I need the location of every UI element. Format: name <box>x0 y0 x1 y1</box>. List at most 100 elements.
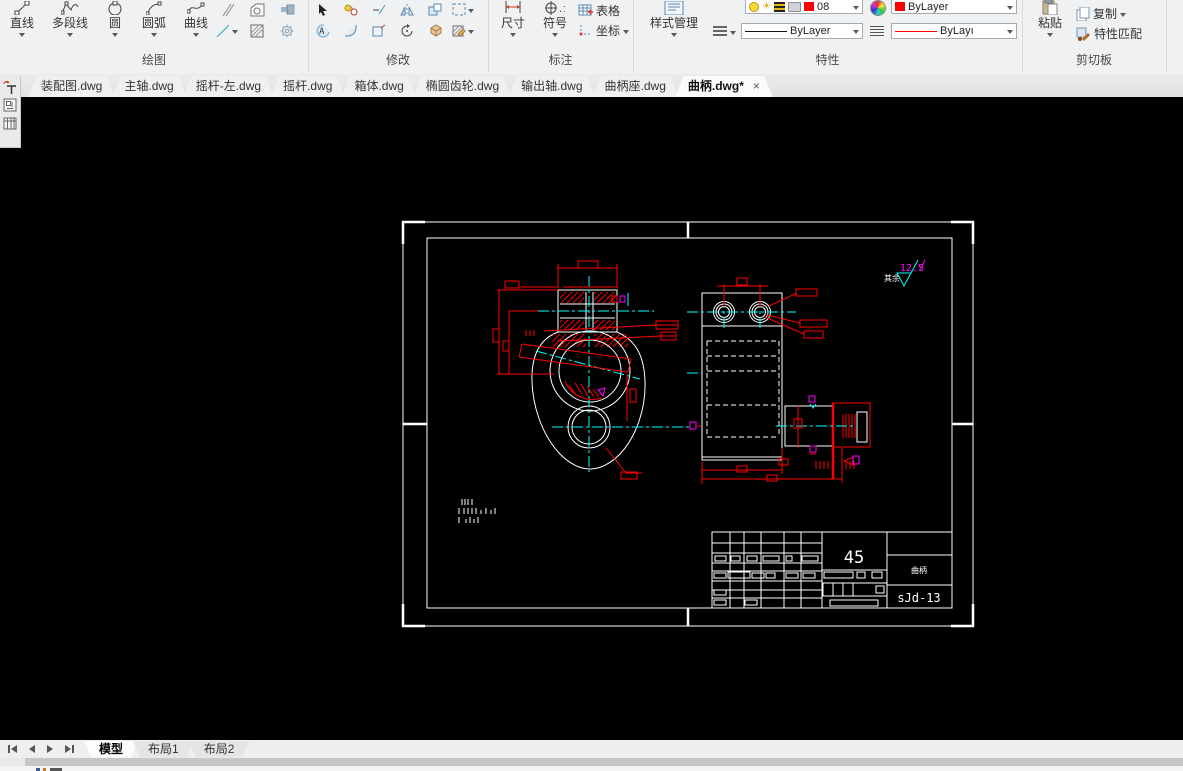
file-tab-8[interactable]: 曲柄座.dwg <box>592 76 679 97</box>
lineweight-list-button[interactable] <box>713 26 736 37</box>
circle-tool-button[interactable]: 圆 <box>98 0 132 37</box>
rotate-tool-button[interactable] <box>396 21 418 40</box>
draw-panel-label: 绘图 <box>141 53 166 67</box>
next-layout-button[interactable] <box>47 745 53 753</box>
copy-button[interactable]: 复制 <box>1076 5 1127 22</box>
ribbon-panel-modify: A 修改 <box>308 0 489 72</box>
clipboard-panel-label: 剪切板 <box>1075 53 1112 67</box>
dropdown-arrow-icon[interactable] <box>19 33 25 37</box>
command-line-edge[interactable] <box>0 766 1183 771</box>
linetype-dropdown[interactable]: ByLayer <box>741 23 863 39</box>
dropdown-arrow-icon[interactable] <box>1007 30 1013 34</box>
dropdown-arrow-icon[interactable] <box>468 8 474 13</box>
copy-object-button[interactable] <box>340 0 362 19</box>
text-style-tool-button[interactable] <box>2 79 18 95</box>
first-layout-button[interactable] <box>8 745 17 753</box>
dropdown-arrow-icon[interactable] <box>112 33 118 37</box>
file-tab-4[interactable]: 摇杆.dwg <box>270 76 345 97</box>
file-tab-label: 曲柄.dwg* <box>687 79 744 93</box>
dropdown-arrow-icon[interactable] <box>730 30 736 35</box>
block-edit-tool-button[interactable] <box>2 97 18 113</box>
layer-thaw-icon: ☀ <box>762 0 771 12</box>
fillet-tool-button[interactable] <box>340 21 362 40</box>
style-manager-button[interactable]: 样式管理 <box>643 0 705 37</box>
file-tab-5[interactable]: 箱体.dwg <box>341 76 416 97</box>
dropdown-arrow-icon[interactable] <box>671 33 677 37</box>
close-tab-icon[interactable]: × <box>753 76 760 97</box>
file-tab-1[interactable]: 装配图.dwg <box>28 76 115 97</box>
file-tab-7[interactable]: 输出轴.dwg <box>508 76 595 97</box>
trim-tool-button[interactable] <box>368 0 390 19</box>
color-wheel-icon[interactable] <box>870 0 886 16</box>
line-tool-button[interactable]: 直线 <box>2 0 42 37</box>
previous-layout-button[interactable] <box>29 745 35 753</box>
match-properties-button[interactable]: 特性匹配 <box>1076 25 1142 42</box>
coordinate-icon <box>579 25 591 36</box>
array-tool-button[interactable] <box>452 0 474 19</box>
dropdown-arrow-icon[interactable] <box>193 33 199 37</box>
select-tool-button[interactable] <box>312 0 334 19</box>
model-tab[interactable]: 模型 <box>84 741 138 758</box>
color-dropdown[interactable]: ByLayer <box>891 0 1017 14</box>
material-text: 45 <box>844 548 864 568</box>
multiline-tool-button[interactable] <box>216 0 238 19</box>
dropdown-arrow-icon[interactable] <box>552 33 558 37</box>
find-text-button[interactable]: A <box>312 21 334 40</box>
dropdown-arrow-icon[interactable] <box>853 30 859 34</box>
dropdown-arrow-icon[interactable] <box>510 33 516 37</box>
paste-icon <box>1042 0 1058 15</box>
coordinate-tool-button[interactable]: 坐标 <box>578 22 630 39</box>
file-tab-6[interactable]: 椭圆齿轮.dwg <box>413 76 512 97</box>
wipeout-icon <box>250 3 264 16</box>
spline-tool-button[interactable]: 曲线 <box>176 0 216 37</box>
edit-hatch-icon <box>452 25 466 37</box>
edit-hatch-button[interactable] <box>452 21 474 40</box>
dropdown-arrow-icon[interactable] <box>853 5 859 10</box>
table-grid-icon <box>3 117 17 130</box>
arc-tool-button[interactable]: 圆弧 <box>134 0 174 37</box>
dropdown-arrow-icon[interactable] <box>1047 33 1053 37</box>
3d-orbit-button[interactable] <box>424 21 446 40</box>
bolt-library-button[interactable] <box>276 0 298 19</box>
join-tool-button[interactable] <box>424 0 446 19</box>
layer-dropdown[interactable]: ☀ 08 <box>745 0 863 14</box>
dropdown-arrow-icon[interactable] <box>1120 12 1127 17</box>
dimension-tool-button[interactable]: 尺寸 <box>496 0 530 37</box>
dropdown-arrow-icon[interactable] <box>67 33 73 37</box>
layout2-tab[interactable]: 布局2 <box>189 741 250 758</box>
layout1-tab[interactable]: 布局1 <box>133 741 194 758</box>
polyline-tool-button[interactable]: 多段线 <box>44 0 96 37</box>
lineweight-sample <box>895 30 937 32</box>
file-tab-active[interactable]: 曲柄.dwg* × <box>675 76 773 97</box>
offset-tool-button[interactable] <box>368 21 390 40</box>
last-layout-button[interactable] <box>65 745 74 753</box>
dropdown-arrow-icon[interactable] <box>468 29 474 34</box>
title-block: 45 曲柄 sJd-13 <box>711 531 953 609</box>
current-layer-value: 08 <box>816 0 830 13</box>
dropdown-arrow-icon[interactable] <box>623 29 630 34</box>
file-tab-3[interactable]: 摇杆-左.dwg <box>183 76 274 97</box>
lineweight-dropdown[interactable]: ByLayı <box>891 23 1017 39</box>
status-corner <box>0 758 25 766</box>
paste-button[interactable]: 粘贴 <box>1030 0 1070 37</box>
mirror-tool-button[interactable] <box>396 0 418 19</box>
dropdown-arrow-icon[interactable] <box>232 29 238 34</box>
symbol-tool-button[interactable]: .1 符号 <box>538 0 572 37</box>
front-view <box>458 260 691 523</box>
hatch-tool-button[interactable] <box>246 21 268 40</box>
table-style-tool-button[interactable] <box>2 115 18 131</box>
coordinate-tool-label: 坐标 <box>596 24 621 38</box>
file-tab-2[interactable]: 主轴.dwg <box>111 76 186 97</box>
construction-line-tool-button[interactable] <box>216 21 238 40</box>
match-properties-icon <box>1076 27 1090 41</box>
match-properties-label: 特性匹配 <box>1094 27 1143 41</box>
lineweight-display-icon[interactable] <box>870 26 884 36</box>
layer-on-icon <box>749 1 759 12</box>
drawing-canvas[interactable]: 其余 12.5 45 曲柄 sJd-13 <box>0 97 1183 740</box>
wipeout-tool-button[interactable] <box>246 0 268 19</box>
dropdown-arrow-icon[interactable] <box>1007 5 1013 10</box>
dropdown-arrow-icon[interactable] <box>151 33 157 37</box>
bolt-icon <box>280 4 294 15</box>
gear-library-button[interactable] <box>276 21 298 40</box>
table-tool-button[interactable]: 表格 <box>578 2 620 19</box>
